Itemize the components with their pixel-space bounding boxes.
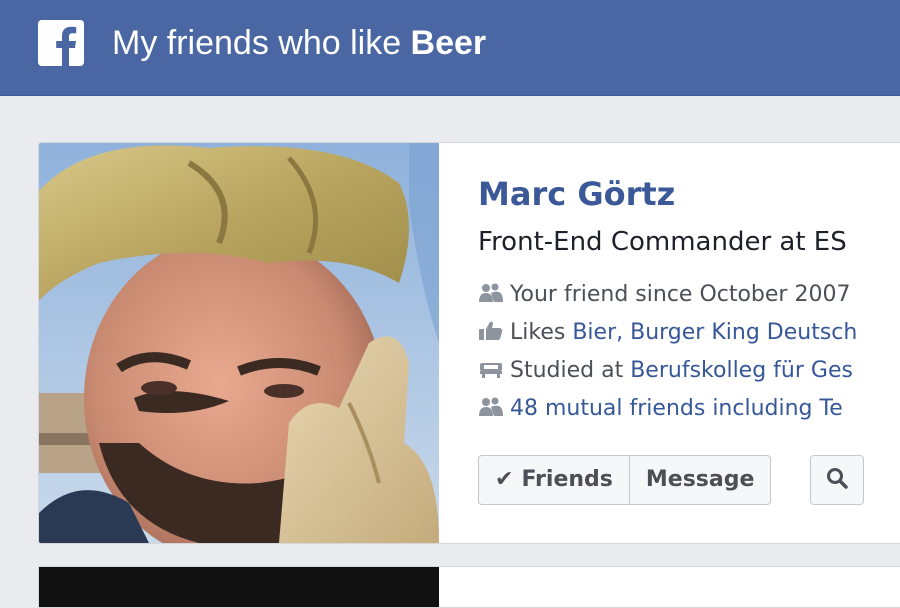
top-bar: My friends who like Beer xyxy=(0,0,900,96)
next-friend-card xyxy=(38,566,900,608)
checkmark-icon: ✔ xyxy=(495,467,514,492)
fact-likes: Likes Bier, Burger King Deutsch xyxy=(478,318,857,348)
fact-mutual-friends: 48 mutual friends including Te xyxy=(478,394,843,424)
action-buttons: ✔ Friends Message xyxy=(478,455,772,505)
profile-photo[interactable] xyxy=(39,143,439,543)
search-icon xyxy=(825,466,849,494)
school-icon xyxy=(478,358,504,380)
message-button[interactable]: Message xyxy=(628,456,771,504)
friend-role: Front-End Commander at ES xyxy=(478,227,847,257)
friends-button[interactable]: ✔ Friends xyxy=(479,456,629,504)
thumbs-up-icon xyxy=(478,320,504,342)
title-prefix: My friends who like xyxy=(112,24,411,62)
title-topic[interactable]: Beer xyxy=(411,24,487,62)
fact-text: Studied at xyxy=(510,358,631,383)
fact-friend-since: Your friend since October 2007 xyxy=(478,280,850,310)
next-profile-photo[interactable] xyxy=(39,567,439,607)
friends-button-label: Friends xyxy=(521,467,613,492)
page-title: My friends who like Beer xyxy=(112,20,486,66)
fact-text: Your friend since October 2007 xyxy=(510,282,851,307)
facebook-f-icon[interactable] xyxy=(38,20,84,66)
search-button[interactable] xyxy=(810,455,864,505)
friends-icon xyxy=(478,282,504,304)
friend-name[interactable]: Marc Görtz xyxy=(478,175,675,213)
fact-studied: Studied at Berufskolleg für Ges xyxy=(478,356,853,386)
fact-text: Likes xyxy=(510,320,573,345)
mutual-friends-link[interactable]: 48 mutual friends including Te xyxy=(510,396,843,421)
message-button-label: Message xyxy=(645,467,755,492)
friends-icon xyxy=(478,396,504,418)
friend-card: Marc Görtz Front-End Commander at ES You… xyxy=(38,142,900,544)
school-link[interactable]: Berufskolleg für Ges xyxy=(630,358,853,383)
likes-link[interactable]: Bier, Burger King Deutsch xyxy=(572,320,857,345)
